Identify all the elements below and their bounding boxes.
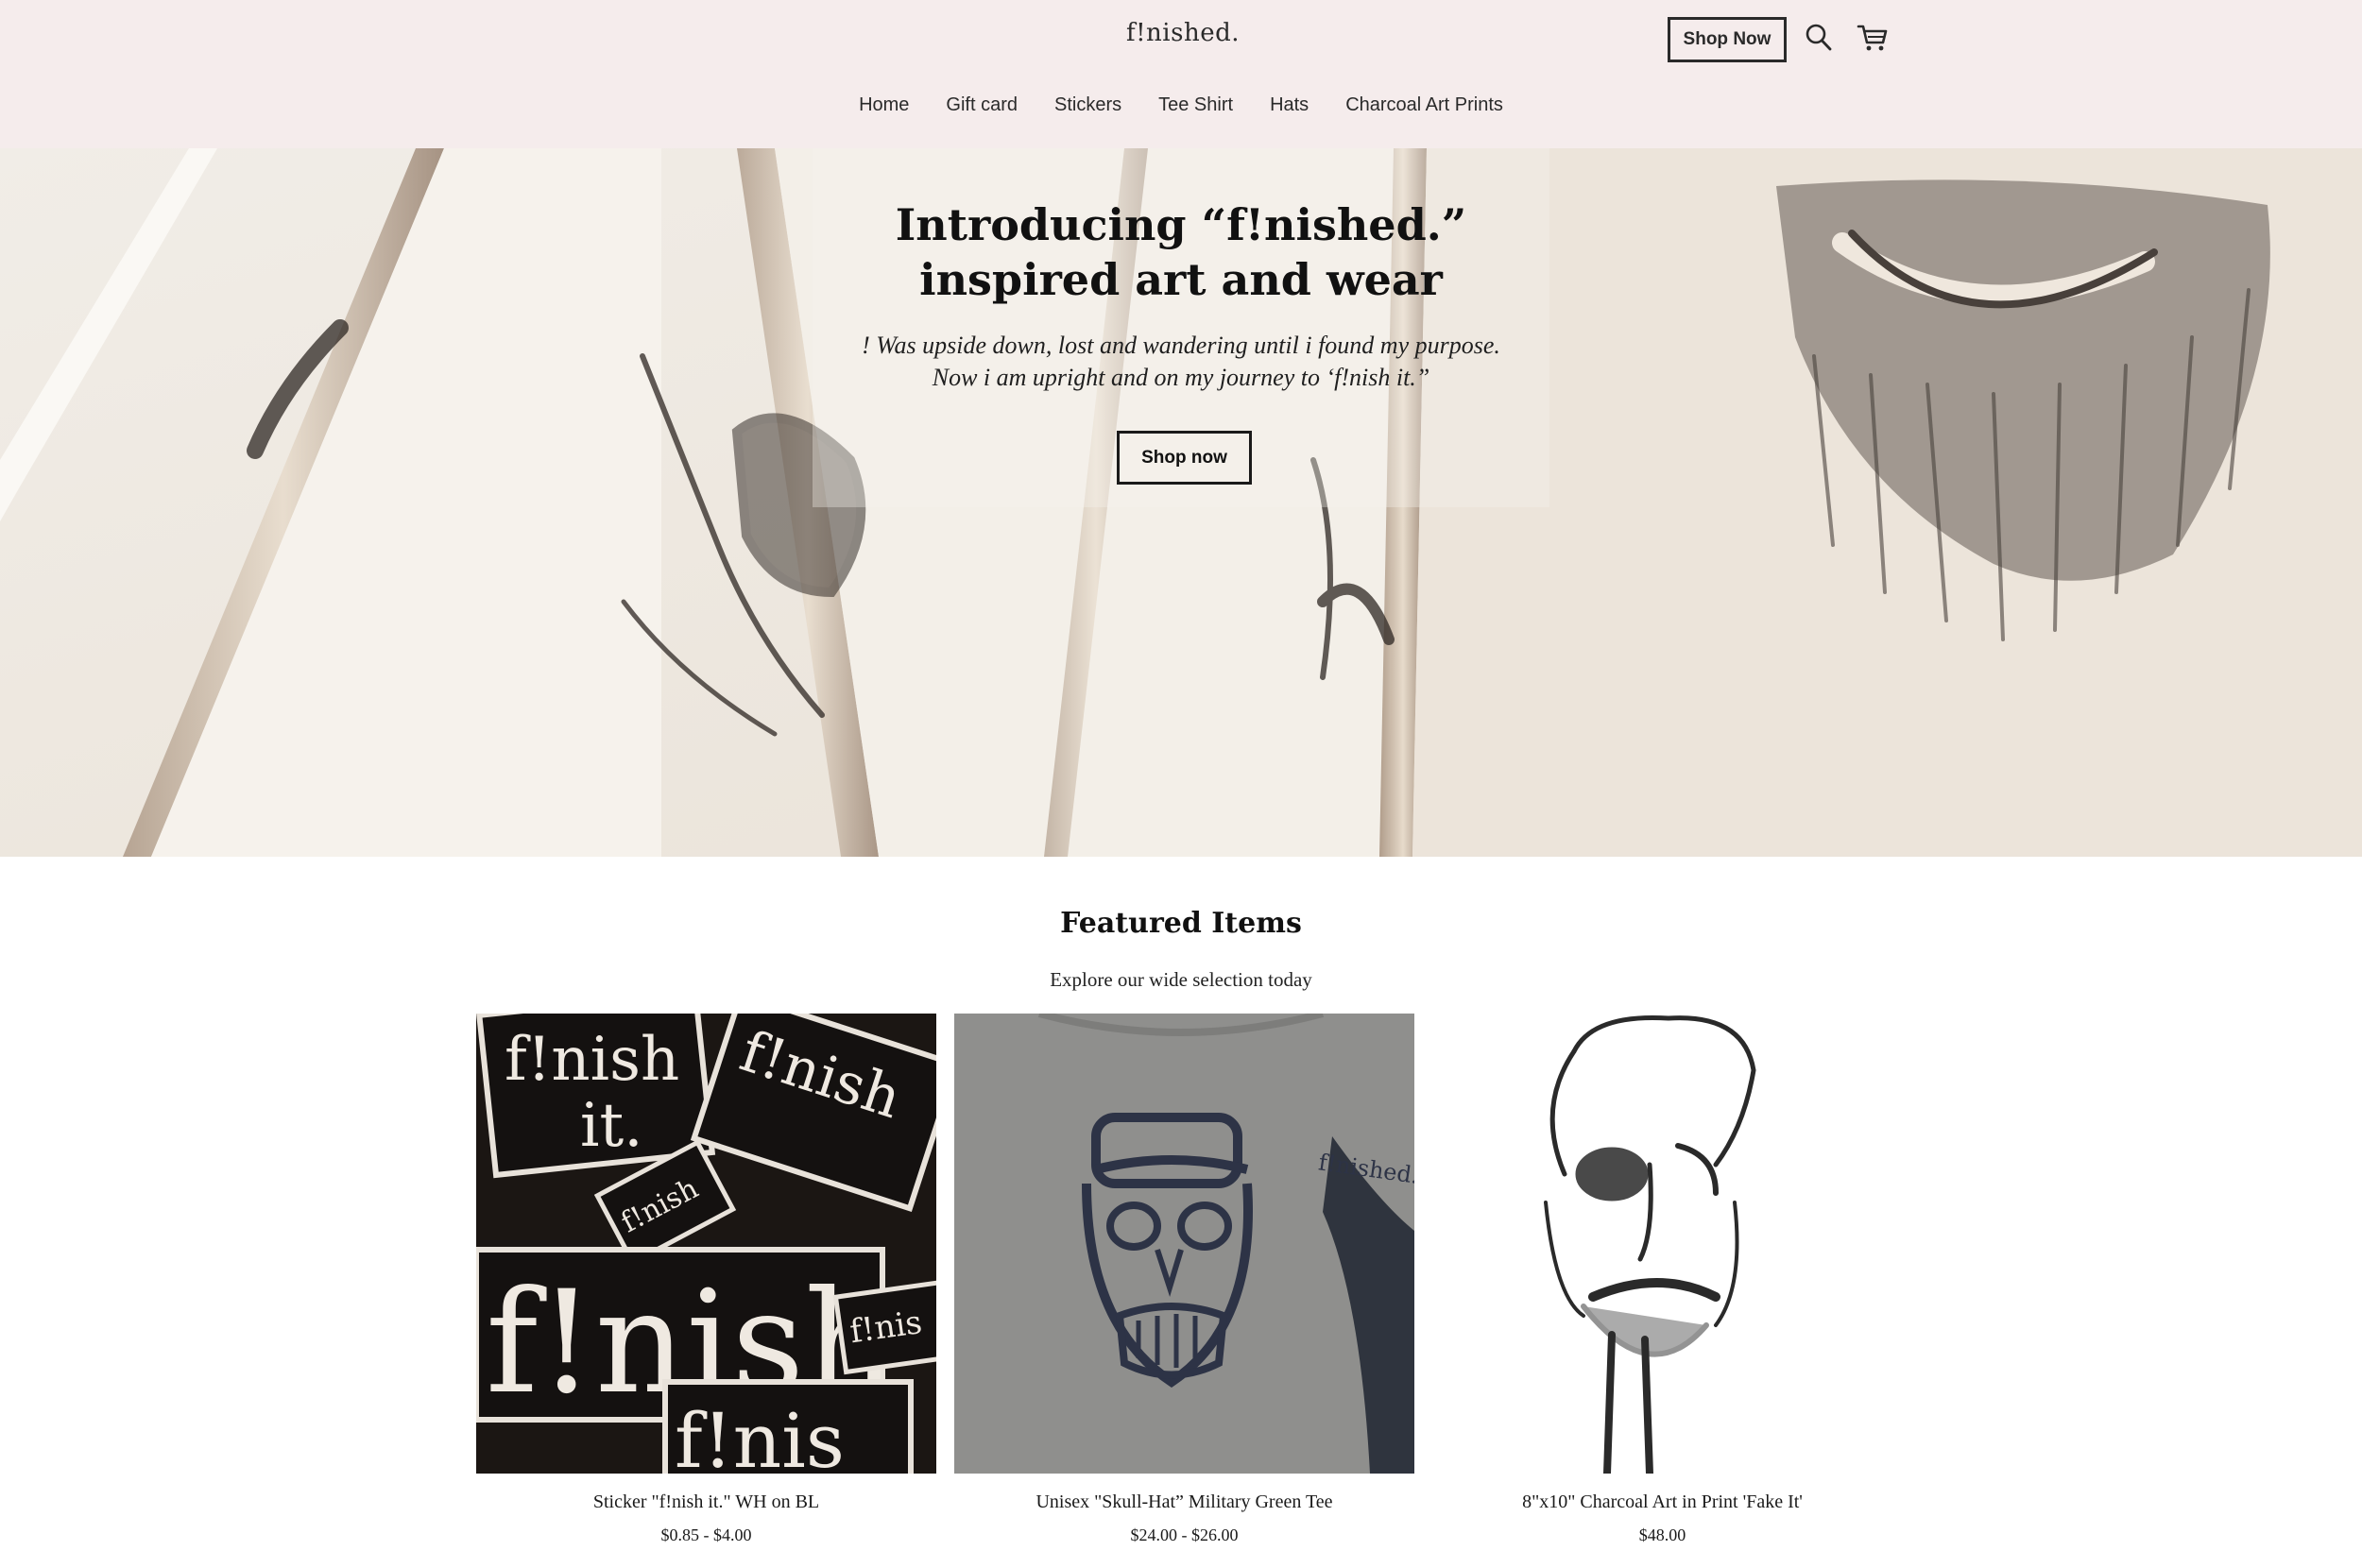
svg-text:it.: it.	[580, 1091, 643, 1161]
nav-item-home[interactable]: Home	[841, 91, 928, 121]
product-card-charcoal-print[interactable]: 8"x10" Charcoal Art in Print 'Fake It' $…	[1432, 1014, 1892, 1544]
product-name[interactable]: Sticker "f!nish it." WH on BL	[438, 1491, 974, 1513]
nav-item-hats[interactable]: Hats	[1252, 91, 1327, 121]
product-image-tee[interactable]: f!nished.	[954, 1014, 1414, 1474]
nav-item-tee-shirt[interactable]: Tee Shirt	[1140, 91, 1252, 121]
cart-icon[interactable]	[1857, 23, 1889, 53]
product-image-charcoal-print[interactable]	[1432, 1014, 1892, 1474]
featured-items-subtitle: Explore our wide selection today	[1050, 968, 1312, 991]
nav-item-charcoal-art-prints[interactable]: Charcoal Art Prints	[1327, 91, 1522, 121]
nav-item-gift-card[interactable]: Gift card	[928, 91, 1036, 121]
hero-title: Introducing “f!nished.” inspired art and…	[803, 197, 1559, 307]
product-card-tee[interactable]: f!nished. Unisex "Skull-Hat” Military Gr…	[954, 1014, 1414, 1544]
product-price: $24.00 - $26.00	[1130, 1525, 1239, 1544]
hero-subtitle-line-1: ! Was upside down, lost and wandering un…	[862, 332, 1500, 359]
product-image-sticker[interactable]: f!nish it. f!nish f!nish f!nish f!nis f!…	[476, 1014, 936, 1474]
product-name[interactable]: 8"x10" Charcoal Art in Print 'Fake It'	[1395, 1491, 1930, 1513]
featured-items-heading: Featured Items	[1060, 907, 1302, 940]
site-header: f!nished. Shop Now Home Gift card Sticke…	[0, 0, 2362, 148]
hero-banner: Introducing “f!nished.” inspired art and…	[0, 148, 2362, 857]
product-card-sticker[interactable]: f!nish it. f!nish f!nish f!nish f!nis f!…	[476, 1014, 936, 1544]
svg-text:f!nis: f!nis	[675, 1397, 845, 1474]
hero-subtitle-line-2: Now i am upright and on my journey to ‘f…	[932, 364, 1430, 391]
nav-item-stickers[interactable]: Stickers	[1036, 91, 1140, 121]
main-nav: Home Gift card Stickers Tee Shirt Hats C…	[0, 91, 2362, 121]
header-shop-now-button[interactable]: Shop Now	[1668, 17, 1787, 62]
hero-shop-now-button[interactable]: Shop now	[1117, 431, 1252, 485]
product-price: $0.85 - $4.00	[660, 1525, 752, 1544]
product-price: $48.00	[1638, 1525, 1686, 1544]
site-logo[interactable]: f!nished.	[1088, 19, 1277, 47]
search-icon[interactable]	[1805, 23, 1833, 53]
hero-subtitle: ! Was upside down, lost and wandering un…	[803, 330, 1559, 394]
product-name[interactable]: Unisex "Skull-Hat” Military Green Tee	[916, 1491, 1452, 1513]
hero-title-line-1: Introducing “f!nished.”	[895, 199, 1467, 250]
svg-text:f!nish: f!nish	[505, 1025, 679, 1095]
hero-title-line-2: inspired art and wear	[919, 254, 1443, 305]
